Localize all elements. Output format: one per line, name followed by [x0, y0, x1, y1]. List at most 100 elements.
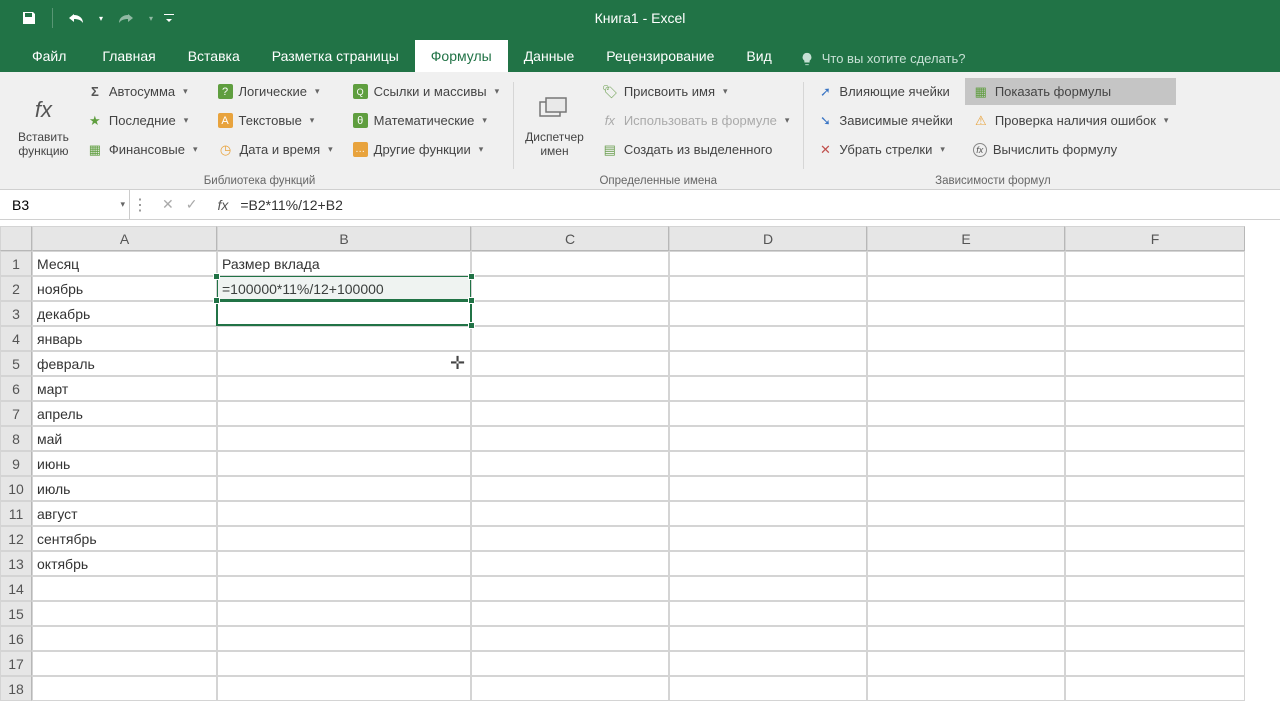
- more-functions-button[interactable]: …Другие функции▾: [345, 136, 507, 163]
- autosum-button[interactable]: ΣАвтосумма▾: [79, 78, 206, 105]
- date-time-button[interactable]: ◷Дата и время▾: [210, 136, 341, 163]
- tab-review[interactable]: Рецензирование: [590, 40, 730, 72]
- cell-A12[interactable]: сентябрь: [32, 526, 217, 551]
- row-header[interactable]: 5: [0, 351, 32, 376]
- define-name-button[interactable]: 🏷Присвоить имя▾: [594, 78, 798, 105]
- financial-button[interactable]: ▦Финансовые▾: [79, 136, 206, 163]
- cell-A10[interactable]: июль: [32, 476, 217, 501]
- undo-button[interactable]: [61, 4, 91, 32]
- formula-input[interactable]: [236, 193, 1280, 217]
- redo-dropdown[interactable]: ▾: [145, 4, 157, 32]
- cell-B1[interactable]: Размер вклада: [217, 251, 471, 276]
- trace-precedents-button[interactable]: ➚Влияющие ячейки: [809, 78, 960, 105]
- col-header-A[interactable]: A: [32, 226, 217, 251]
- tell-me-input[interactable]: Что вы хотите сделать?: [788, 45, 978, 72]
- tab-data[interactable]: Данные: [508, 40, 591, 72]
- cell-B3[interactable]: =B2*11%/12+B2: [217, 301, 471, 326]
- group-defined-names: Диспетчер имен 🏷Присвоить имя▾ fxИспольз…: [513, 76, 803, 189]
- cell-A1[interactable]: Месяц: [32, 251, 217, 276]
- ribbon-tabs: Файл Главная Вставка Разметка страницы Ф…: [0, 36, 1280, 72]
- col-header-F[interactable]: F: [1065, 226, 1245, 251]
- cell-A2[interactable]: ноябрь: [32, 276, 217, 301]
- namebox-dropdown-icon[interactable]: ▾: [120, 199, 125, 210]
- row-header[interactable]: 18: [0, 676, 32, 701]
- clock-icon: ◷: [218, 142, 234, 158]
- group-function-library: fx Вставить функцию ΣАвтосумма▾ ★Последн…: [6, 76, 513, 189]
- cell-B2[interactable]: =100000*11%/12+100000: [217, 276, 471, 301]
- tab-home[interactable]: Главная: [86, 40, 171, 72]
- qat-customize[interactable]: [161, 4, 177, 32]
- row-header[interactable]: 8: [0, 426, 32, 451]
- math-button[interactable]: θМатематические▾: [345, 107, 507, 134]
- row-header[interactable]: 16: [0, 626, 32, 651]
- tab-page-layout[interactable]: Разметка страницы: [256, 40, 415, 72]
- row-header[interactable]: 15: [0, 601, 32, 626]
- cell-A4[interactable]: январь: [32, 326, 217, 351]
- row-header[interactable]: 11: [0, 501, 32, 526]
- col-header-B[interactable]: B: [217, 226, 471, 251]
- cell-F1[interactable]: [1065, 251, 1245, 276]
- trace-dep-icon: ➘: [817, 113, 833, 129]
- text-icon: A: [218, 113, 233, 128]
- evaluate-icon: fx: [973, 143, 987, 157]
- fx-small-icon: fx: [602, 113, 618, 129]
- insert-function-button[interactable]: fx Вставить функцию: [12, 76, 75, 173]
- lightbulb-icon: [800, 52, 814, 66]
- cell-D1[interactable]: [669, 251, 867, 276]
- money-icon: ▦: [87, 142, 103, 158]
- row-header[interactable]: 9: [0, 451, 32, 476]
- select-all-corner[interactable]: [0, 226, 32, 251]
- col-header-E[interactable]: E: [867, 226, 1065, 251]
- col-header-C[interactable]: C: [471, 226, 669, 251]
- cell-A3[interactable]: декабрь: [32, 301, 217, 326]
- cell-A9[interactable]: июнь: [32, 451, 217, 476]
- accept-formula-button[interactable]: ✓: [186, 196, 198, 213]
- row-header[interactable]: 14: [0, 576, 32, 601]
- lookup-button[interactable]: QСсылки и массивы▾: [345, 78, 507, 105]
- create-sel-icon: ▤: [602, 142, 618, 158]
- row-header[interactable]: 13: [0, 551, 32, 576]
- evaluate-formula-button[interactable]: fxВычислить формулу: [965, 136, 1177, 163]
- remove-arrows-button[interactable]: ✕Убрать стрелки▾: [809, 136, 960, 163]
- group-formula-auditing: ➚Влияющие ячейки ➘Зависимые ячейки ✕Убра…: [803, 76, 1182, 189]
- show-formulas-button[interactable]: ▦Показать формулы: [965, 78, 1177, 105]
- cell-C2[interactable]: [471, 276, 669, 301]
- tab-view[interactable]: Вид: [730, 40, 787, 72]
- create-from-selection-button[interactable]: ▤Создать из выделенного: [594, 136, 798, 163]
- row-header[interactable]: 2: [0, 276, 32, 301]
- row-header[interactable]: 3: [0, 301, 32, 326]
- cell-A13[interactable]: октябрь: [32, 551, 217, 576]
- row-header[interactable]: 6: [0, 376, 32, 401]
- worksheet-grid[interactable]: A B C D E F 1 Месяц Размер вклада 2 нояб…: [0, 226, 1280, 701]
- row-header[interactable]: 10: [0, 476, 32, 501]
- row-header[interactable]: 12: [0, 526, 32, 551]
- row-header[interactable]: 7: [0, 401, 32, 426]
- cell-A6[interactable]: март: [32, 376, 217, 401]
- tab-formulas[interactable]: Формулы: [415, 40, 508, 72]
- logical-button[interactable]: ?Логические▾: [210, 78, 341, 105]
- cell-A7[interactable]: апрель: [32, 401, 217, 426]
- cell-A5[interactable]: февраль: [32, 351, 217, 376]
- tab-insert[interactable]: Вставка: [172, 40, 256, 72]
- recently-used-button[interactable]: ★Последние▾: [79, 107, 206, 134]
- cell-E1[interactable]: [867, 251, 1065, 276]
- text-button[interactable]: AТекстовые▾: [210, 107, 341, 134]
- cell-C1[interactable]: [471, 251, 669, 276]
- trace-dependents-button[interactable]: ➘Зависимые ячейки: [809, 107, 960, 134]
- col-header-D[interactable]: D: [669, 226, 867, 251]
- name-box[interactable]: [8, 193, 129, 217]
- row-header[interactable]: 17: [0, 651, 32, 676]
- cell-A11[interactable]: август: [32, 501, 217, 526]
- redo-button[interactable]: [111, 4, 141, 32]
- save-button[interactable]: [14, 4, 44, 32]
- quick-access-toolbar: ▾ ▾: [0, 4, 177, 32]
- tab-file[interactable]: Файл: [12, 40, 86, 72]
- undo-dropdown[interactable]: ▾: [95, 4, 107, 32]
- name-manager-button[interactable]: Диспетчер имен: [519, 76, 590, 173]
- error-checking-button[interactable]: ⚠Проверка наличия ошибок▾: [965, 107, 1177, 134]
- cancel-formula-button[interactable]: ✕: [162, 196, 174, 213]
- row-header[interactable]: 4: [0, 326, 32, 351]
- row-header[interactable]: 1: [0, 251, 32, 276]
- cell-A8[interactable]: май: [32, 426, 217, 451]
- fx-button[interactable]: fx: [209, 197, 236, 213]
